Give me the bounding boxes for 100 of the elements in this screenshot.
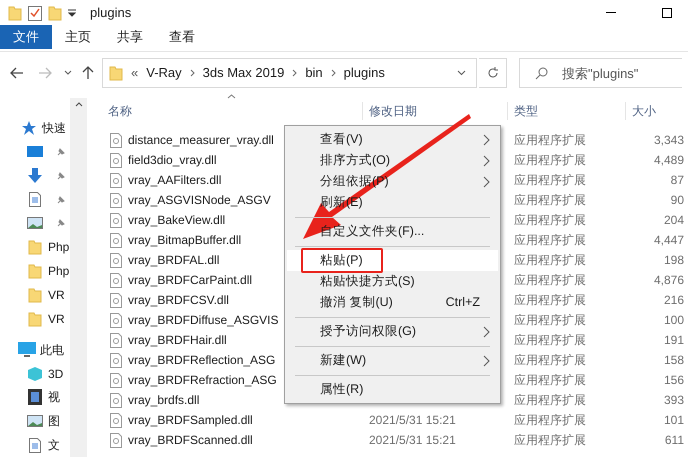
- size-cell-text: 3,343: [654, 132, 684, 149]
- folder-icon: [28, 286, 42, 303]
- ribbon-tab[interactable]: 查看: [156, 25, 208, 49]
- file-name[interactable]: vray_BitmapBuffer.dll: [128, 231, 242, 249]
- chevron-right-icon: [483, 326, 490, 338]
- chevron-down-icon[interactable]: [64, 70, 72, 76]
- file-name[interactable]: distance_measurer_vray.dll: [128, 131, 274, 149]
- column-header[interactable]: 大小: [626, 102, 686, 120]
- chevron-right-icon: [483, 134, 490, 146]
- window-title: plugins: [90, 4, 132, 22]
- file-name[interactable]: vray_ASGVISNode_ASGV: [128, 191, 271, 209]
- scroll-up-icon[interactable]: [74, 102, 82, 107]
- menu-item[interactable]: 查看(V): [287, 129, 498, 150]
- type-cell: 应用程序扩展: [514, 433, 586, 447]
- ribbon-tab[interactable]: 主页: [52, 25, 104, 49]
- breadcrumb[interactable]: plugins: [344, 63, 385, 83]
- file-name[interactable]: vray_BRDFHair.dll: [128, 331, 227, 349]
- menu-item[interactable]: 粘贴快捷方式(S): [287, 271, 498, 292]
- ribbon-tab[interactable]: 共享: [104, 25, 156, 49]
- column-header[interactable]: 类型: [508, 102, 626, 120]
- file-name[interactable]: vray_BRDFDiffuse_ASGVIS: [128, 311, 278, 329]
- sidebar-item[interactable]: 3D: [48, 364, 64, 383]
- pin-icon: [56, 146, 66, 157]
- file-name[interactable]: vray_BRDFReflection_ASG: [128, 351, 276, 369]
- search-field[interactable]: 搜索"plugins": [519, 58, 682, 88]
- size-cell-text: 101: [664, 412, 684, 429]
- sidebar-item[interactable]: VR: [48, 286, 65, 304]
- file-gear-icon: [110, 232, 122, 248]
- type-cell: 应用程序扩展: [514, 133, 586, 147]
- file-name[interactable]: vray_BakeView.dll: [128, 211, 226, 229]
- film-icon: [28, 389, 42, 406]
- image-icon: [27, 217, 43, 230]
- chevron-right-icon: [292, 69, 298, 77]
- refresh-button[interactable]: [479, 58, 507, 88]
- type-cell: 应用程序扩展: [514, 213, 586, 227]
- size-cell-text: 393: [664, 392, 684, 409]
- size-cell-text: 87: [670, 172, 684, 189]
- file-gear-icon: [110, 152, 122, 168]
- menu-item[interactable]: 撤消 复制(U) Ctrl+Z: [287, 292, 498, 313]
- dropdown-icon[interactable]: [68, 8, 76, 16]
- file-gear-icon: [110, 192, 122, 208]
- file-gear-icon: [110, 292, 122, 308]
- breadcrumb[interactable]: bin: [305, 63, 323, 83]
- maximize-icon[interactable]: [662, 8, 672, 18]
- chevron-down-icon[interactable]: [457, 70, 466, 76]
- file-gear-icon: [110, 132, 122, 148]
- type-cell: 应用程序扩展: [514, 413, 586, 427]
- file-name[interactable]: field3dio_vray.dll: [128, 151, 216, 169]
- size-cell-text: 204: [664, 212, 684, 229]
- up-arrow-icon[interactable]: [82, 66, 94, 80]
- breadcrumb[interactable]: V-Ray: [146, 63, 182, 83]
- type-cell: 应用程序扩展: [514, 373, 586, 387]
- file-name[interactable]: vray_BRDFCSV.dll: [128, 291, 229, 309]
- file-name[interactable]: vray_BRDFSampled.dll: [128, 411, 253, 429]
- checklist-icon[interactable]: [28, 4, 42, 20]
- sidebar-item[interactable]: Php: [48, 262, 70, 280]
- file-name[interactable]: vray_BRDFCarPaint.dll: [128, 271, 252, 289]
- sidebar-item[interactable]: Php: [48, 238, 70, 256]
- menu-item[interactable]: 授予访问权限(G): [287, 321, 498, 342]
- size-cell-text: 216: [664, 292, 684, 309]
- scrollbar[interactable]: [70, 98, 87, 457]
- sidebar-item[interactable]: VR: [48, 310, 65, 328]
- sidebar-item[interactable]: 快速: [42, 118, 66, 137]
- sidebar-item[interactable]: 图: [48, 412, 60, 430]
- sidebar-item[interactable]: 此电: [40, 340, 64, 359]
- desktop-icon: [27, 146, 43, 158]
- menu-item[interactable]: 属性(R): [287, 379, 498, 400]
- file-name[interactable]: vray_AAFilters.dll: [128, 171, 222, 189]
- sidebar-item[interactable]: 视: [48, 388, 60, 406]
- file-name[interactable]: vray_BRDFAL.dll: [128, 251, 220, 269]
- file-name[interactable]: vray_BRDFRefraction_ASG: [128, 371, 277, 389]
- file-name[interactable]: vray_BRDFScanned.dll: [128, 431, 253, 449]
- menu-item[interactable]: 新建(W): [287, 350, 498, 371]
- image-icon: [27, 415, 43, 428]
- menu-item[interactable]: 粘贴(P): [287, 250, 498, 271]
- type-cell: 应用程序扩展: [514, 393, 586, 407]
- file-name[interactable]: vray_brdfs.dll: [128, 391, 200, 409]
- back-arrow-icon[interactable]: [10, 67, 24, 79]
- folder-icon: [8, 4, 22, 20]
- type-cell: 应用程序扩展: [514, 333, 586, 347]
- size-cell-text: 611: [664, 432, 684, 449]
- type-cell: 应用程序扩展: [514, 353, 586, 367]
- file-gear-icon: [110, 312, 122, 328]
- file-gear-icon: [110, 392, 122, 408]
- address-bar[interactable]: « V-Ray 3ds Max 2019 bin plugins: [102, 58, 477, 88]
- file-gear-icon: [110, 432, 122, 448]
- folder-icon: [109, 65, 123, 81]
- type-cell: 应用程序扩展: [514, 313, 586, 327]
- type-cell: 应用程序扩展: [514, 173, 586, 187]
- breadcrumb[interactable]: 3ds Max 2019: [202, 63, 284, 83]
- folder-icon: [28, 263, 42, 280]
- computer-icon: [18, 342, 36, 358]
- overflow-mark[interactable]: «: [131, 63, 138, 83]
- file-gear-icon: [110, 332, 122, 348]
- menu-item[interactable]: 排序方式(O): [287, 150, 498, 171]
- sidebar-item[interactable]: 文: [48, 436, 60, 454]
- file-gear-icon: [110, 252, 122, 268]
- pin-icon: [56, 194, 66, 205]
- ribbon-tab[interactable]: 文件: [0, 25, 52, 49]
- column-header[interactable]: 名称: [100, 102, 363, 120]
